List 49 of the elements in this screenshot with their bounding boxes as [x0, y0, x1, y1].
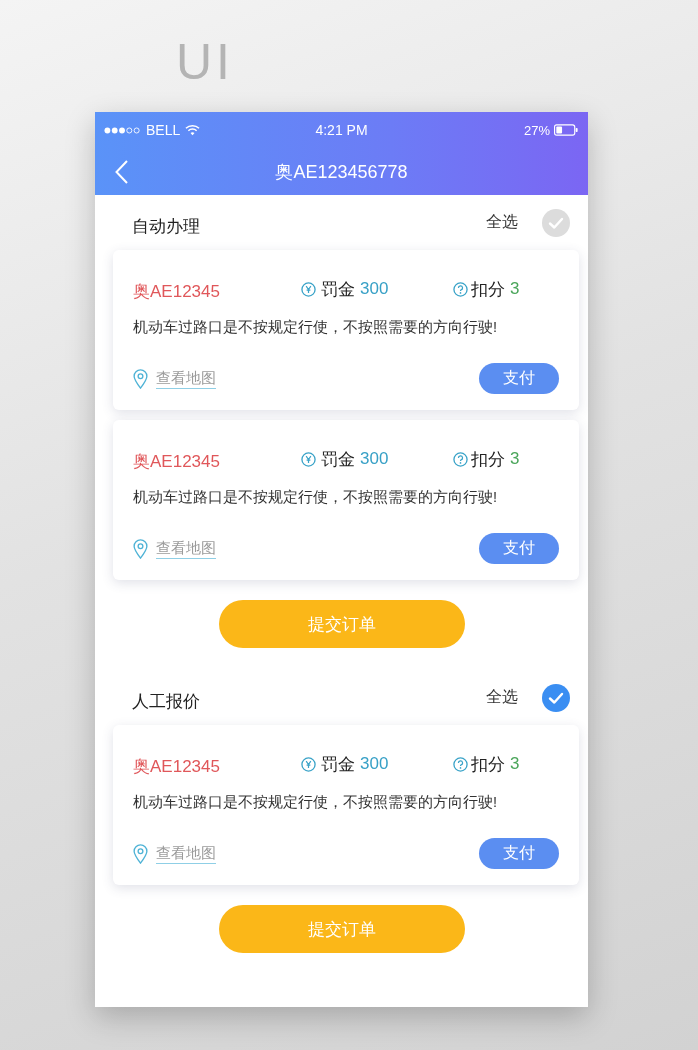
- points-label: 扣分: [471, 278, 505, 301]
- points-value: 3: [510, 279, 520, 299]
- plate-number: 奥AE12345: [133, 755, 221, 778]
- back-chevron-icon: [115, 159, 128, 184]
- status-time: 4:21 PM: [315, 122, 368, 138]
- pay-button[interactable]: 支付: [479, 533, 559, 564]
- view-map-link[interactable]: 查看地图: [156, 368, 216, 389]
- fine-label: 罚金: [321, 753, 355, 776]
- points-value: 3: [510, 449, 520, 469]
- view-map-link[interactable]: 查看地图: [156, 538, 216, 559]
- fine-amount: 300: [360, 279, 389, 299]
- submit-order-button[interactable]: 提交订单: [218, 600, 465, 648]
- plate-number: 奥AE12345: [133, 280, 221, 303]
- battery-percent: 27%: [523, 122, 550, 138]
- back-button[interactable]: [115, 158, 130, 185]
- signal-icon: [104, 126, 141, 134]
- fine-amount: 300: [360, 449, 389, 469]
- fine-label: 罚金: [321, 278, 355, 301]
- section-title: 自动办理: [132, 216, 200, 238]
- question-circle-icon: [453, 756, 468, 772]
- question-circle-icon: [453, 451, 468, 467]
- fine-label: 罚金: [321, 448, 355, 471]
- carrier-name: BELL: [146, 122, 181, 138]
- points-value: 3: [510, 754, 520, 774]
- location-pin-icon: [133, 843, 148, 864]
- select-all-toggle[interactable]: 全选: [486, 208, 570, 237]
- battery-icon: [554, 124, 578, 136]
- points-label: 扣分: [471, 753, 505, 776]
- yen-circle-icon: [301, 756, 316, 772]
- select-all-toggle[interactable]: 全选: [486, 683, 570, 712]
- yen-circle-icon: [301, 281, 316, 297]
- pay-button[interactable]: 支付: [479, 363, 559, 394]
- page-title: UI: [176, 34, 234, 90]
- section-title: 人工报价: [132, 691, 200, 713]
- plate-number: 奥AE12345: [133, 450, 221, 473]
- yen-circle-icon: [301, 451, 316, 467]
- points-label: 扣分: [471, 448, 505, 471]
- question-circle-icon: [453, 281, 468, 297]
- submit-order-button[interactable]: 提交订单: [218, 905, 465, 953]
- view-map-link[interactable]: 查看地图: [156, 843, 216, 864]
- fine-amount: 300: [360, 754, 389, 774]
- violation-description: 机动车过路口是不按规定行使，不按照需要的方向行驶!: [133, 488, 499, 507]
- wifi-icon: [185, 124, 201, 136]
- violation-description: 机动车过路口是不按规定行使，不按照需要的方向行驶!: [133, 793, 499, 812]
- pay-button[interactable]: 支付: [479, 838, 559, 869]
- violation-description: 机动车过路口是不按规定行使，不按照需要的方向行驶!: [133, 318, 499, 337]
- nav-title: 奥AE123456778: [275, 160, 408, 184]
- location-pin-icon: [133, 538, 148, 559]
- location-pin-icon: [133, 368, 148, 389]
